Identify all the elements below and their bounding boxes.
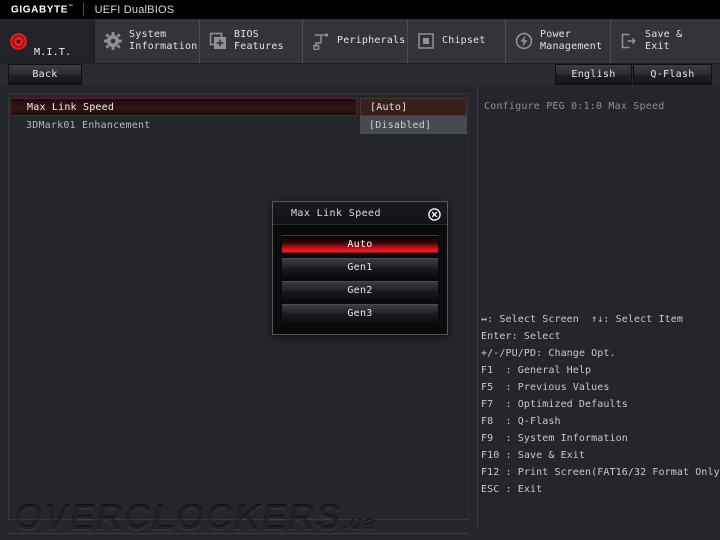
setting-value[interactable]: [Disabled] bbox=[360, 116, 467, 134]
target-icon bbox=[8, 31, 28, 51]
key-legend-line: F7 : Optimized Defaults bbox=[481, 399, 628, 410]
gigabyte-logo: GIGABYTE™ bbox=[11, 3, 74, 16]
watermark-text: OVERCLOCKERS bbox=[14, 497, 343, 538]
key-legend-line: F10 : Save & Exit bbox=[481, 450, 586, 461]
exit-arrow-icon bbox=[619, 31, 639, 51]
setting-name: Max Link Speed bbox=[10, 98, 357, 116]
tab-system-information[interactable]: System Information bbox=[95, 19, 200, 63]
key-legend-line: Enter: Select bbox=[481, 331, 561, 342]
key-legend-line: ESC : Exit bbox=[481, 484, 543, 495]
key-legend-line: F5 : Previous Values bbox=[481, 382, 610, 393]
close-circle-icon[interactable] bbox=[428, 206, 441, 221]
key-legend-line: F8 : Q-Flash bbox=[481, 416, 561, 427]
max-link-speed-dialog: Max Link Speed Auto Gen1 Gen2 Gen3 bbox=[272, 201, 448, 335]
option-item[interactable]: Gen3 bbox=[282, 304, 438, 322]
brand-bar: GIGABYTE™ UEFI DualBIOS bbox=[0, 0, 720, 19]
tab-label: M.I.T. bbox=[34, 47, 72, 58]
tab-label: Peripherals bbox=[337, 35, 406, 46]
key-legend-line: F12 : Print Screen(FAT16/32 Format Only) bbox=[481, 467, 720, 478]
table-row[interactable]: 3DMark01 Enhancement [Disabled] bbox=[10, 116, 467, 134]
dialog-title: Max Link Speed bbox=[291, 207, 381, 219]
qflash-button[interactable]: Q-Flash bbox=[633, 64, 712, 85]
usb-plug-icon bbox=[311, 31, 331, 51]
tab-chipset[interactable]: Chipset bbox=[408, 19, 506, 63]
key-legend-line: ↔: Select Screen ↑↓: Select Item bbox=[481, 314, 683, 325]
brand-subtitle: UEFI DualBIOS bbox=[94, 3, 175, 16]
tab-label: System Information bbox=[129, 29, 198, 52]
tab-label: Chipset bbox=[442, 35, 486, 46]
tab-mit[interactable]: M.I.T. bbox=[0, 19, 95, 63]
tab-bios-features[interactable]: BIOS Features bbox=[200, 19, 303, 63]
panel-divider bbox=[477, 86, 478, 526]
power-bolt-icon bbox=[514, 31, 534, 51]
main-tab-strip: M.I.T. System Information BIOS Features … bbox=[0, 19, 720, 64]
tab-label: BIOS Features bbox=[234, 29, 284, 52]
help-description: Configure PEG 0:1:0 Max Speed bbox=[484, 101, 665, 112]
trademark-glyph: ™ bbox=[68, 3, 74, 10]
sub-action-bar: Back English Q-Flash bbox=[0, 64, 720, 87]
key-legend: ↔: Select Screen ↑↓: Select Item Enter: … bbox=[481, 311, 720, 498]
gear-icon bbox=[103, 31, 123, 51]
back-button[interactable]: Back bbox=[8, 64, 82, 85]
bios-setup-screen: GIGABYTE™ UEFI DualBIOS M.I.T. System In… bbox=[0, 0, 720, 540]
table-row[interactable]: Max Link Speed [Auto] bbox=[10, 98, 467, 116]
panel-bottom-border bbox=[8, 533, 469, 534]
key-legend-line: +/-/PU/PD: Change Opt. bbox=[481, 348, 616, 359]
brand-divider bbox=[82, 3, 84, 16]
chip-plus-icon bbox=[208, 31, 228, 51]
key-legend-line: F9 : System Information bbox=[481, 433, 628, 444]
option-item[interactable]: Auto bbox=[282, 235, 438, 253]
tab-label: Save & Exit bbox=[645, 29, 683, 52]
key-legend-line: F1 : General Help bbox=[481, 365, 592, 376]
tab-power-management[interactable]: Power Management bbox=[506, 19, 611, 63]
settings-list: Max Link Speed [Auto] 3DMark01 Enhanceme… bbox=[10, 98, 467, 134]
language-button[interactable]: English bbox=[555, 64, 632, 85]
chipset-icon bbox=[416, 31, 436, 51]
option-item[interactable]: Gen1 bbox=[282, 258, 438, 276]
setting-name: 3DMark01 Enhancement bbox=[26, 119, 151, 131]
setting-value[interactable]: [Auto] bbox=[360, 98, 467, 116]
dialog-option-list: Auto Gen1 Gen2 Gen3 bbox=[273, 225, 447, 322]
tab-save-and-exit[interactable]: Save & Exit bbox=[611, 19, 719, 63]
option-item[interactable]: Gen2 bbox=[282, 281, 438, 299]
dialog-title-bar: Max Link Speed bbox=[273, 202, 447, 225]
tab-label: Power Management bbox=[540, 29, 603, 52]
watermark-suffix: .ua bbox=[342, 513, 377, 535]
tab-peripherals[interactable]: Peripherals bbox=[303, 19, 408, 63]
